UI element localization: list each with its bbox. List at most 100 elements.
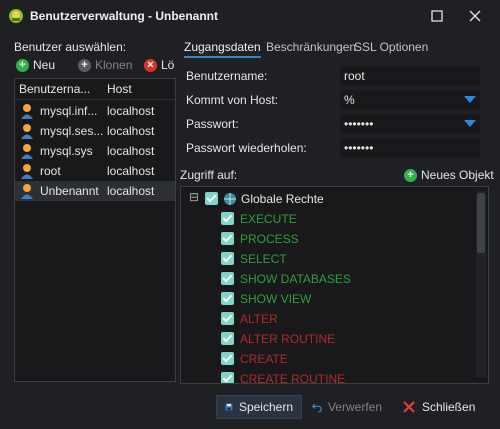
privilege-row[interactable]: ALTER ROUTINE [181, 329, 471, 349]
privilege-row[interactable]: SELECT [181, 249, 471, 269]
privilege-label: EXECUTE [240, 212, 297, 226]
globe-icon [223, 192, 237, 206]
user-icon [20, 183, 34, 199]
users-list[interactable]: Benutzerna... Host mysql.inf... localhos… [14, 78, 176, 382]
save-button[interactable]: Speichern [216, 395, 302, 419]
checkbox[interactable] [221, 312, 234, 325]
user-host: localhost [107, 164, 155, 178]
repeat-password-value: ••••••• [344, 141, 374, 155]
host-label: Kommt von Host: [186, 93, 279, 107]
collapse-icon[interactable]: ⊟ [189, 190, 199, 204]
privilege-label: ALTER [240, 312, 278, 326]
checkbox[interactable] [221, 332, 234, 345]
clone-user-label: Klonen [95, 58, 133, 72]
user-host: localhost [107, 184, 155, 198]
tab-ssl-optionen[interactable]: SSL Optionen [354, 40, 428, 54]
user-name: mysql.ses... [40, 124, 104, 138]
new-user-button[interactable]: + Neu [16, 56, 55, 74]
user-icon [20, 103, 34, 119]
discard-button[interactable]: Verwerfen [304, 395, 390, 419]
username-field[interactable]: root [340, 66, 480, 86]
dropdown-arrow-icon[interactable] [464, 96, 476, 103]
checkbox[interactable] [221, 292, 234, 305]
checkbox[interactable] [221, 212, 234, 225]
clone-user-button[interactable]: + Klonen [78, 56, 132, 74]
privilege-row[interactable]: CREATE [181, 349, 471, 369]
select-user-label: Benutzer auswählen: [14, 40, 127, 54]
username-value: root [344, 69, 365, 83]
user-name: mysql.sys [40, 144, 93, 158]
user-host: localhost [107, 104, 155, 118]
user-row[interactable]: mysql.inf... localhost [15, 101, 175, 121]
app-icon [8, 8, 24, 24]
user-name: Unbenannt [40, 184, 99, 198]
checkbox[interactable] [221, 372, 234, 383]
user-row-selected[interactable]: Unbenannt localhost [15, 181, 175, 201]
host-value: % [344, 93, 355, 107]
new-user-label: Neu [33, 58, 56, 72]
tree-root-label: Globale Rechte [241, 192, 324, 206]
privilege-label: CREATE ROUTINE [240, 372, 346, 384]
delete-user-label: Lö [161, 58, 175, 72]
privilege-row[interactable]: PROCESS [181, 229, 471, 249]
checkbox[interactable] [221, 272, 234, 285]
user-row[interactable]: mysql.ses... localhost [15, 121, 175, 141]
privilege-row[interactable]: ALTER [181, 309, 471, 329]
privilege-row[interactable]: CREATE ROUTINE [181, 369, 471, 384]
privilege-row[interactable]: SHOW DATABASES [181, 269, 471, 289]
close-label: Schließen [422, 400, 476, 414]
access-label: Zugriff auf: [180, 168, 238, 182]
checkbox[interactable] [205, 192, 218, 205]
save-icon [225, 403, 233, 411]
repeat-password-field[interactable]: ••••••• [340, 138, 480, 158]
privilege-label: PROCESS [240, 232, 299, 246]
maximize-button[interactable] [424, 4, 450, 28]
privilege-row[interactable]: SHOW VIEW [181, 289, 471, 309]
dropdown-arrow-icon[interactable] [464, 120, 476, 127]
close-icon [469, 10, 481, 22]
close-window-button[interactable] [462, 4, 488, 28]
password-label: Passwort: [186, 117, 239, 131]
privilege-label: ALTER ROUTINE [240, 332, 336, 346]
scrollbar-thumb[interactable] [477, 193, 485, 253]
privileges-tree[interactable]: ⊟ Globale Rechte EXECUTE PROCESS SELECT SHO… [180, 186, 489, 384]
privilege-label: CREATE [240, 352, 288, 366]
user-host: localhost [107, 124, 155, 138]
save-label: Speichern [238, 400, 293, 414]
repeat-password-label: Passwort wiederholen: [186, 141, 307, 155]
users-list-header: Benutzerna... Host [15, 79, 175, 100]
delete-user-button[interactable]: × Lö [144, 56, 174, 74]
privilege-label: SELECT [240, 252, 287, 266]
new-object-label: Neues Objekt [421, 168, 494, 182]
vertical-scrollbar[interactable] [476, 191, 486, 377]
column-header-username[interactable]: Benutzerna... [19, 82, 90, 96]
user-row[interactable]: root localhost [15, 161, 175, 181]
user-name: root [40, 164, 61, 178]
maximize-icon [431, 10, 443, 22]
user-icon [20, 143, 34, 159]
delete-icon: × [144, 58, 157, 72]
username-label: Benutzername: [186, 69, 268, 83]
close-x-icon [403, 401, 415, 413]
user-row[interactable]: mysql.sys localhost [15, 141, 175, 161]
clone-icon: + [78, 58, 91, 72]
checkbox[interactable] [221, 232, 234, 245]
new-object-button[interactable]: + Neues Objekt [404, 166, 494, 184]
checkbox[interactable] [221, 352, 234, 365]
host-dropdown[interactable]: % [340, 90, 480, 110]
window-title: Benutzerverwaltung - Unbenannt [30, 9, 219, 23]
close-button[interactable]: Schließen [394, 395, 484, 419]
plus-icon: + [404, 168, 417, 182]
plus-icon: + [16, 58, 29, 72]
discard-label: Verwerfen [327, 400, 382, 414]
user-icon [20, 123, 34, 139]
column-header-host[interactable]: Host [107, 82, 132, 96]
tab-beschraenkungen[interactable]: Beschränkungen [266, 40, 356, 54]
tab-zugangsdaten[interactable]: Zugangsdaten [184, 40, 261, 58]
user-icon [20, 163, 34, 179]
privilege-row[interactable]: EXECUTE [181, 209, 471, 229]
password-field[interactable]: ••••••• [340, 114, 480, 134]
user-name: mysql.inf... [40, 104, 98, 118]
tree-root-global[interactable]: ⊟ Globale Rechte [181, 189, 471, 209]
checkbox[interactable] [221, 252, 234, 265]
